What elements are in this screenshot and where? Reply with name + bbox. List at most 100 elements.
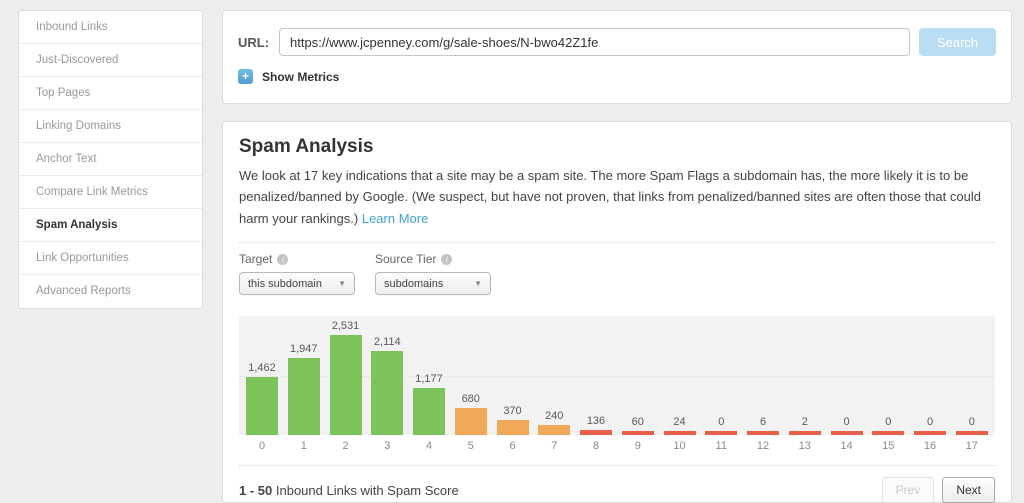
chart-bar-group: 370 [496,405,529,436]
chart-bar [788,431,821,436]
bar-value-label: 60 [631,416,644,429]
x-tick-label: 13 [798,440,811,453]
chart-bar-group: 1,462 [246,362,278,436]
x-tick-label: 17 [965,440,978,453]
x-tick-label: 8 [592,440,600,453]
learn-more-link[interactable]: Learn More [362,211,428,226]
target-dropdown[interactable]: this subdomain ▼ [239,272,355,296]
url-label: URL: [238,34,270,50]
chart-bar-group: 6 [747,416,779,436]
sidebar-item-link-opportunities[interactable]: Link Opportunities [19,242,202,275]
x-tick-label: 11 [715,440,727,453]
x-tick-label: 9 [634,440,641,453]
description-body: We look at 17 key indications that a sit… [239,168,981,226]
bar-value-label: 370 [503,405,522,418]
chart-bar [287,358,320,436]
bar-value-label: 0 [843,416,850,429]
x-tick-label: 7 [551,440,558,453]
prev-button[interactable]: Prev [881,477,935,503]
x-tick-label: 6 [509,440,516,453]
bar-value-label: 1,462 [248,362,276,375]
bar-value-label: 680 [461,393,480,406]
sidebar-item-top-pages[interactable]: Top Pages [19,77,202,110]
x-tick-label: 15 [882,440,895,453]
bar-value-label: 24 [673,416,686,429]
chart-bar-group: 0 [872,416,905,436]
sidebar-item-linking-domains[interactable]: Linking Domains [19,110,202,143]
chart-bar [955,431,988,436]
bar-value-label: 1,947 [289,343,318,356]
search-button[interactable]: Search [919,28,996,56]
spam-score-chart: 1,462 1,947 2,531 2,114 1,177 680 370 240 136 60 2… [239,316,995,436]
x-tick-label: 14 [840,440,853,453]
bar-value-label: 0 [968,416,975,429]
sidebar: Inbound Links Just-Discovered Top Pages … [18,10,203,309]
sidebar-item-advanced-reports[interactable]: Advanced Reports [19,275,202,308]
url-search-panel: URL: Search + Show Metrics [222,10,1012,104]
chart-bar [830,431,863,436]
chart-bar-group: 2,531 [329,320,362,436]
target-info-icon[interactable]: i [277,253,289,265]
sidebar-item-just-discovered[interactable]: Just-Discovered [19,44,202,77]
target-control: Target i this subdomain ▼ [239,252,355,296]
chart-bar-group: 60 [621,416,654,436]
source-tier-info-icon[interactable]: i [441,253,453,265]
chevron-down-icon: ▼ [338,279,346,289]
chart-bar [663,431,696,436]
sidebar-item-anchor-text[interactable]: Anchor Text [19,143,202,176]
bar-value-label: 2,531 [331,320,360,333]
source-tier-label: Source Tier [375,252,437,267]
chart-bar [496,420,529,436]
bar-value-label: 2,114 [373,336,401,349]
chevron-down-icon: ▼ [474,279,482,289]
chart-bar [538,425,571,436]
chart-bar [621,431,654,436]
chart-bar [246,377,278,436]
page-title: Spam Analysis [239,136,374,157]
show-metrics-toggle[interactable]: Show Metrics [262,70,339,84]
next-button[interactable]: Next [942,477,995,503]
chart-plot: 1,462 1,947 2,531 2,114 1,177 680 370 240 136 60 2… [239,316,995,436]
bar-value-label: 1,177 [415,373,443,386]
chart-bar [329,335,362,436]
x-tick-label: 10 [673,440,686,453]
bar-value-label: 0 [718,416,725,429]
chart-bar [747,431,779,436]
x-tick-label: 5 [467,440,474,453]
chart-bar-group: 2 [788,416,821,436]
target-label: Target [239,252,273,267]
chart-bar [914,431,946,436]
chart-bar-group: 0 [955,416,988,436]
chart-bar-group: 0 [830,416,863,436]
chart-bar [872,431,905,436]
x-tick-label: 12 [756,440,770,453]
bar-value-label: 2 [801,416,808,429]
chart-bar-group: 0 [705,416,738,436]
x-tick-label: 1 [300,440,307,453]
target-dropdown-value: this subdomain [248,277,322,290]
bar-value-label: 136 [586,415,606,428]
bar-value-label: 240 [545,410,564,423]
x-tick-label: 3 [384,440,391,453]
chart-bar [454,408,487,436]
source-tier-control: Source Tier i subdomains ▼ [375,252,491,296]
sidebar-item-inbound-links[interactable]: Inbound Links [19,11,202,44]
pagination-range: 1 - 50 [239,482,273,498]
chart-bar [580,430,612,436]
chart-bar-group: 24 [663,416,696,436]
url-input[interactable] [279,28,911,56]
chart-bar-group: 1,177 [413,373,445,436]
x-tick-label: 4 [425,440,433,453]
chart-bar [705,431,738,436]
plus-icon[interactable]: + [238,69,253,84]
source-tier-dropdown[interactable]: subdomains ▼ [375,272,491,296]
footer-divider [239,465,995,467]
sidebar-item-compare-link-metrics[interactable]: Compare Link Metrics [19,176,202,209]
bar-value-label: 0 [926,416,934,429]
chart-bar [413,388,445,436]
chart-bar-group: 680 [454,393,487,436]
chart-bar-group: 0 [914,416,946,436]
sidebar-item-spam-analysis[interactable]: Spam Analysis [19,209,202,242]
spam-analysis-panel: Spam Analysis We look at 17 key indicati… [222,121,1012,503]
x-tick-label: 0 [258,440,266,453]
